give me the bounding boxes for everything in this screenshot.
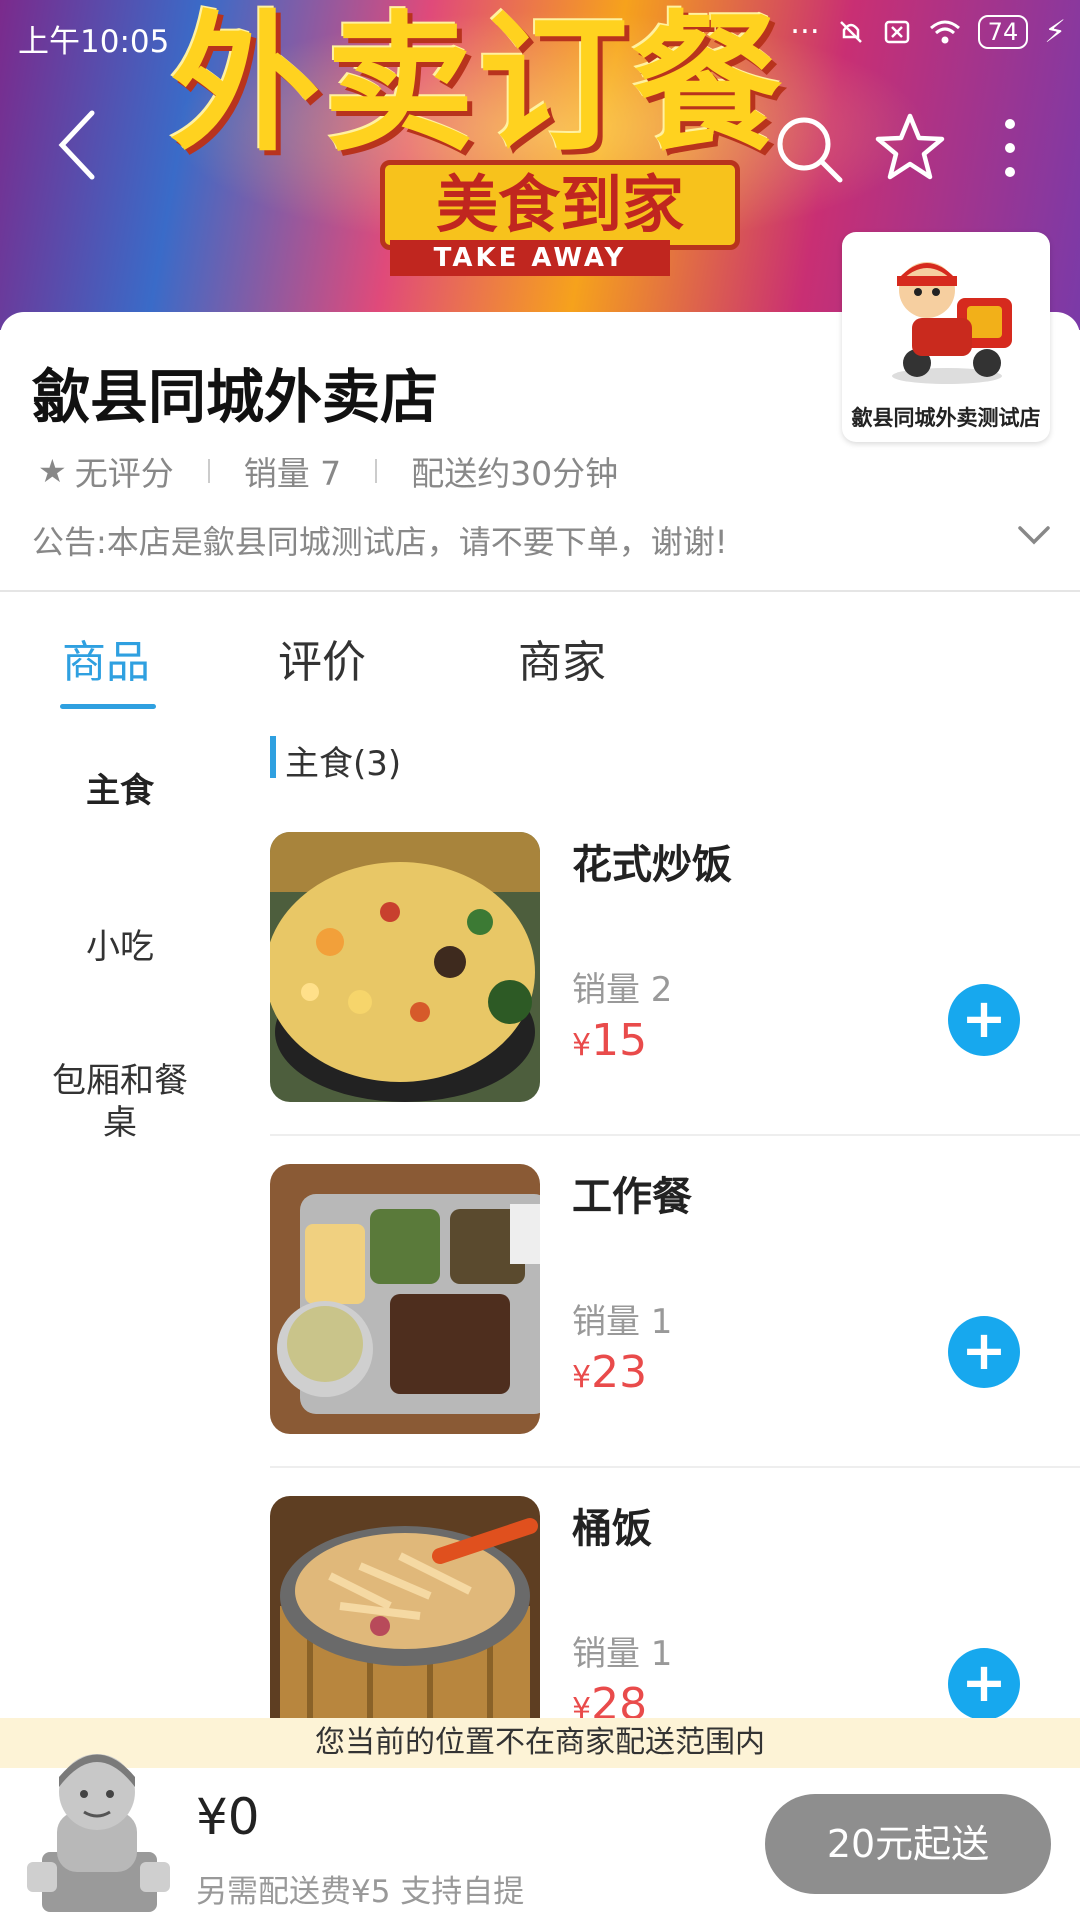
status-bar: 上午10:05 ··· 74 ⚡ <box>0 0 1080 70</box>
search-icon <box>777 117 843 183</box>
more-button[interactable] <box>990 112 1030 192</box>
store-name: 歙县同城外卖店 <box>32 363 439 431</box>
banner-tagline: TAKE AWAY <box>390 240 670 276</box>
product-name: 花式炒饭 <box>572 842 732 888</box>
store-meta: ★ 无评分 销量 7 配送约30分钟 <box>38 447 618 495</box>
checkout-button[interactable]: 20元起送 <box>765 1794 1051 1894</box>
product-price: ¥23 <box>572 1347 647 1398</box>
tab-merchant[interactable]: 商家 <box>518 626 606 690</box>
product-item[interactable]: 花式炒饭 销量 2 ¥15 + <box>270 832 1080 1164</box>
add-to-cart-button[interactable]: + <box>948 1316 1020 1388</box>
store-rating: 无评分 <box>74 454 174 493</box>
product-name: 工作餐 <box>572 1174 692 1220</box>
sim-off-icon <box>884 20 909 44</box>
delivery-fee-note: 另需配送费¥5 支持自提 <box>196 1874 525 1910</box>
store-sales: 销量 7 <box>243 454 342 493</box>
more-vertical-icon <box>1005 119 1015 177</box>
meta-divider <box>207 459 210 483</box>
more-dots-icon: ··· <box>790 14 820 50</box>
category-private-rooms[interactable]: 包厢和餐桌 <box>45 1060 195 1144</box>
add-to-cart-button[interactable]: + <box>948 984 1020 1056</box>
tab-reviews[interactable]: 评价 <box>278 626 366 690</box>
status-icons: ··· 74 ⚡ <box>790 14 1066 50</box>
product-sales: 销量 1 <box>572 1302 673 1342</box>
star-icon <box>875 113 945 180</box>
logo-caption: 歙县同城外卖测试店 <box>851 406 1041 430</box>
price-value: 23 <box>591 1347 648 1398</box>
favorite-button[interactable] <box>870 108 950 188</box>
set-meal-image <box>270 1164 540 1434</box>
chevron-left-icon <box>58 110 95 180</box>
product-sales: 销量 2 <box>572 970 673 1010</box>
store-delivery-time: 配送约30分钟 <box>411 454 619 493</box>
store-tabs: 商品 评价 商家 <box>0 600 1080 710</box>
store-notice[interactable]: 公告:本店是歙县同城测试店，请不要下单，谢谢! <box>32 517 728 563</box>
mute-icon <box>839 21 862 43</box>
currency-symbol: ¥ <box>572 1028 592 1063</box>
courier-mascot-icon <box>892 262 1012 384</box>
active-tab-indicator <box>60 704 156 709</box>
back-button[interactable] <box>52 105 102 185</box>
divider <box>270 1466 1080 1468</box>
section-accent-bar <box>270 736 276 778</box>
fried-rice-image <box>270 832 540 1102</box>
search-button[interactable] <box>770 110 850 190</box>
add-to-cart-button[interactable]: + <box>948 1648 1020 1720</box>
chevron-down-icon[interactable] <box>1014 520 1054 550</box>
currency-symbol: ¥ <box>572 1360 592 1395</box>
product-item[interactable]: 工作餐 销量 1 ¥23 + <box>270 1164 1080 1496</box>
cart-bar: ¥0 另需配送费¥5 支持自提 20元起送 <box>0 1754 1080 1920</box>
product-name: 桶饭 <box>572 1506 652 1552</box>
price-value: 15 <box>591 1015 648 1066</box>
charging-icon: ⚡ <box>1044 14 1066 50</box>
section-title: 主食(3) <box>285 744 402 784</box>
category-snacks[interactable]: 小吃 <box>30 926 210 968</box>
wifi-icon <box>929 20 960 44</box>
rating-star-icon: ★ <box>38 452 67 490</box>
battery-icon: 74 <box>977 15 1029 49</box>
cart-courier-icon[interactable] <box>22 1732 172 1912</box>
status-time: 上午10:05 <box>18 24 170 60</box>
product-price: ¥15 <box>572 1015 647 1066</box>
product-sales: 销量 1 <box>572 1634 673 1674</box>
divider <box>270 1134 1080 1136</box>
meta-divider <box>375 459 378 483</box>
cart-total: ¥0 <box>196 1788 260 1846</box>
banner-subtitle: 美食到家 <box>380 160 740 250</box>
tab-products[interactable]: 商品 <box>62 626 150 690</box>
category-staple[interactable]: 主食 <box>30 770 210 812</box>
store-logo: 歙县同城外卖测试店 <box>842 232 1050 442</box>
divider <box>0 590 1080 592</box>
